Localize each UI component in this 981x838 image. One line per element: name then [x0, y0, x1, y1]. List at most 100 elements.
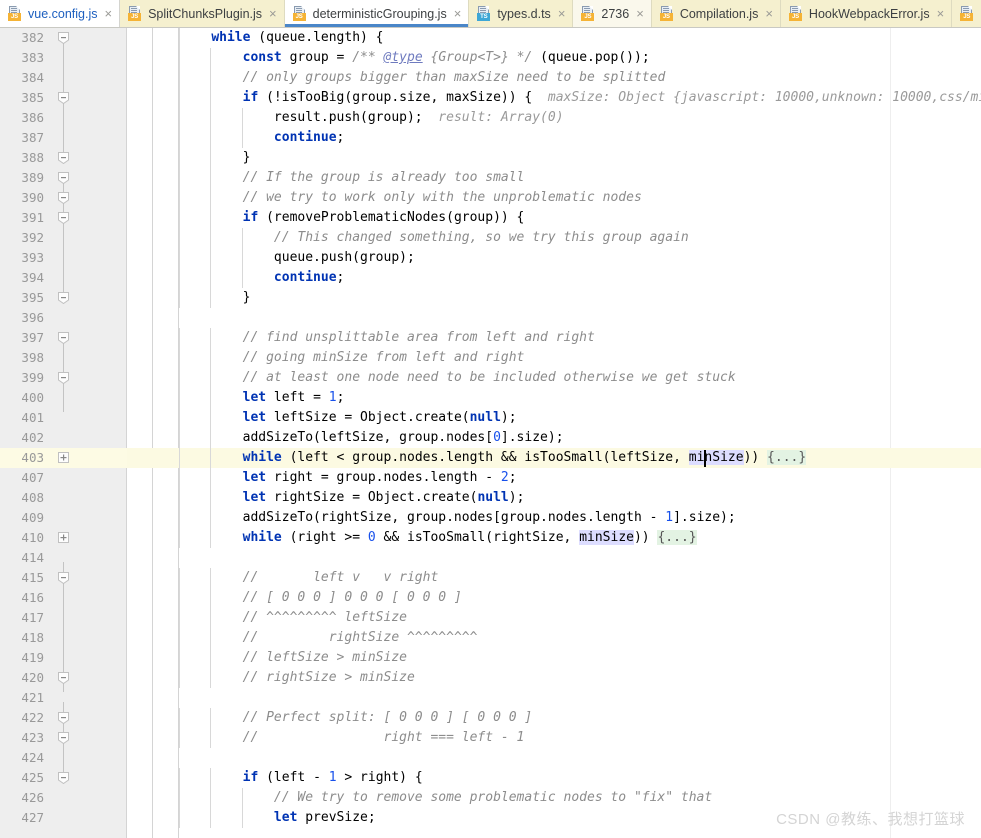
code-line[interactable]: 417 // ^^^^^^^^^ leftSize [0, 608, 981, 628]
code-line[interactable]: 414 [0, 548, 981, 568]
code-line[interactable]: 396 [0, 308, 981, 328]
code-line[interactable]: 403 while (left < group.nodes.length && … [0, 448, 981, 468]
line-number: 410 [21, 530, 44, 545]
code-line[interactable]: 418 // rightSize ^^^^^^^^^ [0, 628, 981, 648]
code-line[interactable]: 401 let leftSize = Object.create(null); [0, 408, 981, 428]
editor-tab-types-d-ts[interactable]: TS types.d.ts × [469, 0, 574, 27]
code-line[interactable]: 408 let rightSize = Object.create(null); [0, 488, 981, 508]
code-line[interactable]: 393 queue.push(group); [0, 248, 981, 268]
fold-collapse-icon[interactable] [58, 672, 69, 684]
js-file-icon: JS [292, 6, 308, 21]
fold-collapse-icon[interactable] [58, 172, 69, 184]
code-line[interactable]: 383 const group = /** @type {Group<T>} *… [0, 48, 981, 68]
code-text: // We try to remove some problematic nod… [273, 790, 713, 805]
fold-collapse-icon[interactable] [58, 212, 69, 224]
fold-collapse-icon[interactable] [58, 772, 69, 784]
fold-collapse-icon[interactable] [58, 152, 69, 164]
code-editor[interactable]: 382 while (queue.length) {383 const grou… [0, 28, 981, 838]
line-number: 421 [21, 690, 44, 705]
close-icon[interactable]: × [452, 7, 462, 20]
line-number: 384 [21, 70, 44, 85]
code-line[interactable]: 422 // Perfect split: [ 0 0 0 ] [ 0 0 0 … [0, 708, 981, 728]
code-text: } [180, 150, 251, 165]
fold-collapse-icon[interactable] [58, 332, 69, 344]
fold-collapse-icon[interactable] [58, 292, 69, 304]
code-line[interactable]: 421 [0, 688, 981, 708]
js-file-icon: JS [659, 6, 675, 21]
code-line[interactable]: 386 result.push(group); result: Array(0) [0, 108, 981, 128]
editor-tab-bar[interactable]: JS vue.config.js × JS SplitChunksPlugin.js × J… [0, 0, 981, 28]
editor-tab-label: types.d.ts [497, 6, 551, 21]
editor-tab-vue-config-js[interactable]: JS vue.config.js × [0, 0, 121, 27]
code-line[interactable]: 392 // This changed something, so we try… [0, 228, 981, 248]
line-number: 427 [21, 810, 44, 825]
code-line[interactable]: 423 // right === left - 1 [0, 728, 981, 748]
line-number: 394 [21, 270, 44, 285]
code-text: let left = 1; [242, 390, 345, 405]
fold-collapse-icon[interactable] [58, 732, 69, 744]
js-file-icon: JS [8, 6, 23, 21]
line-number: 390 [21, 190, 44, 205]
code-line[interactable]: 420 // rightSize > minSize [0, 668, 981, 688]
close-icon[interactable]: × [556, 7, 566, 20]
code-line[interactable]: 409 addSizeTo(rightSize, group.nodes[gro… [0, 508, 981, 528]
code-line[interactable]: 391 if (removeProblematicNodes(group)) { [0, 208, 981, 228]
code-line[interactable]: 425 if (left - 1 > right) { [0, 768, 981, 788]
code-line[interactable]: 384 // only groups bigger than maxSize n… [0, 68, 981, 88]
code-line[interactable]: 415 // left v v right [0, 568, 981, 588]
text-caret [703, 450, 706, 467]
editor-tab-2736[interactable]: JS 2736 × [573, 0, 652, 27]
fold-expand-icon[interactable] [58, 452, 69, 464]
code-lines[interactable]: 382 while (queue.length) {383 const grou… [0, 28, 981, 828]
code-line[interactable]: 407 let right = group.nodes.length - 2; [0, 468, 981, 488]
line-number: 387 [21, 130, 44, 145]
code-line[interactable]: 395 } [0, 288, 981, 308]
fold-expand-icon[interactable] [58, 532, 69, 544]
editor-tab-label: HookWebpackError.js [808, 6, 930, 21]
close-icon[interactable]: × [763, 7, 773, 20]
fold-collapse-icon[interactable] [58, 712, 69, 724]
code-line[interactable]: 424 [0, 748, 981, 768]
code-line[interactable]: 416 // [ 0 0 0 ] 0 0 0 [ 0 0 0 ] [0, 588, 981, 608]
code-line[interactable]: 410 while (right >= 0 && isTooSmall(righ… [0, 528, 981, 548]
line-number: 409 [21, 510, 44, 525]
code-line[interactable]: 389 // If the group is already too small [0, 168, 981, 188]
fold-collapse-icon[interactable] [58, 372, 69, 384]
fold-collapse-icon[interactable] [58, 572, 69, 584]
inline-debug-hint: maxSize: Object {javascript: 10000,unkno… [547, 90, 981, 105]
code-line[interactable]: 385 if (!isTooBig(group.size, maxSize)) … [0, 88, 981, 108]
code-line[interactable]: 390 // we try to work only with the unpr… [0, 188, 981, 208]
code-text: continue; [273, 270, 345, 285]
fold-collapse-icon[interactable] [58, 192, 69, 204]
code-line[interactable]: 387 continue; [0, 128, 981, 148]
code-text: // at least one node need to be included… [242, 370, 736, 385]
editor-tab-hookwebpackerror-js[interactable]: JS HookWebpackError.js × [780, 0, 953, 27]
line-number: 417 [21, 610, 44, 625]
close-icon[interactable]: × [102, 7, 112, 20]
code-text: while (left < group.nodes.length && isTo… [242, 450, 807, 465]
fold-collapse-icon[interactable] [58, 32, 69, 44]
code-line[interactable]: 398 // going minSize from left and right [0, 348, 981, 368]
fold-collapse-icon[interactable] [58, 92, 69, 104]
close-icon[interactable]: × [267, 7, 277, 20]
close-icon[interactable]: × [935, 7, 945, 20]
code-line[interactable]: 400 let left = 1; [0, 388, 981, 408]
editor-tab-splitchunksplugin-js[interactable]: JS SplitChunksPlugin.js × [120, 0, 285, 27]
code-line[interactable]: 382 while (queue.length) { [0, 28, 981, 48]
line-number: 395 [21, 290, 44, 305]
code-line[interactable]: 419 // leftSize > minSize [0, 648, 981, 668]
code-line[interactable]: 399 // at least one node need to be incl… [0, 368, 981, 388]
editor-tab-overflow[interactable]: JS [952, 0, 981, 27]
code-line[interactable]: 426 // We try to remove some problematic… [0, 788, 981, 808]
code-line[interactable]: 402 addSizeTo(leftSize, group.nodes[0].s… [0, 428, 981, 448]
inline-debug-hint: result: Array(0) [422, 110, 564, 125]
code-line[interactable]: 394 continue; [0, 268, 981, 288]
editor-tab-label: 2736 [601, 6, 630, 21]
editor-tab-deterministicgrouping-js[interactable]: JS deterministicGrouping.js × [284, 0, 470, 27]
code-line[interactable]: 397 // find unsplittable area from left … [0, 328, 981, 348]
code-text: // we try to work only with the unproble… [242, 190, 642, 205]
close-icon[interactable]: × [634, 7, 644, 20]
code-text: // right === left - 1 [242, 730, 525, 745]
editor-tab-compilation-js[interactable]: JS Compilation.js × [651, 0, 781, 27]
code-line[interactable]: 388 } [0, 148, 981, 168]
